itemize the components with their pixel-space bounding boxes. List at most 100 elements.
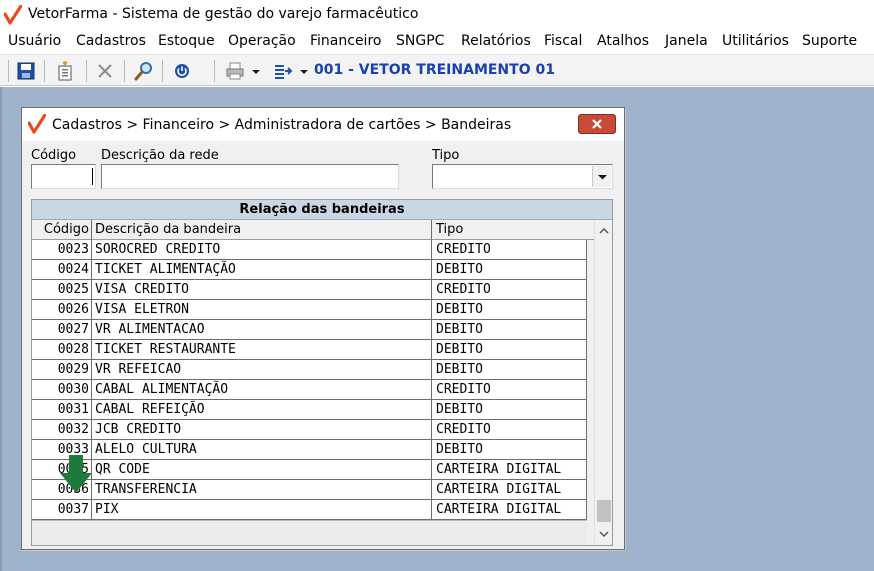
table-row[interactable]: 0036 TRANSFERENCIA CARTEIRA DIGITAL — [32, 480, 586, 500]
text-cursor — [92, 168, 93, 185]
menu-relatorios[interactable]: Relatórios — [461, 33, 531, 49]
cell-descricao: VISA ELETRON — [92, 300, 432, 320]
cell-descricao: SOROCRED CREDITO — [92, 240, 432, 260]
column-header-codigo[interactable]: Código — [32, 220, 92, 240]
close-button[interactable] — [578, 114, 616, 134]
chevron-down-icon[interactable] — [250, 60, 262, 82]
table-row[interactable]: 0031 CABAL REFEIÇÃO DEBITO — [32, 400, 586, 420]
table-row[interactable]: 0026 VISA ELETRON DEBITO — [32, 300, 586, 320]
cell-tipo: CARTEIRA DIGITAL — [436, 502, 562, 517]
descricao-rede-input[interactable] — [101, 164, 399, 189]
menu-sngpc[interactable]: SNGPC — [396, 33, 444, 49]
tipo-select-button[interactable] — [592, 166, 611, 187]
menu-usuario[interactable]: Usuário — [8, 33, 61, 49]
menu-suporte[interactable]: Suporte — [802, 33, 857, 49]
toolbar-separator — [124, 60, 125, 82]
export-icon[interactable] — [272, 60, 294, 82]
dialog-body: Código Descrição da rede Tipo Relação da… — [22, 141, 624, 549]
table-row[interactable]: 0035 QR CODE CARTEIRA DIGITAL — [32, 460, 586, 480]
toolbar: 001 - VETOR TREINAMENTO 01 — [0, 54, 874, 86]
cell-tipo: DEBITO — [436, 302, 483, 317]
scroll-down-icon[interactable] — [595, 525, 613, 543]
cell-tipo: DEBITO — [436, 442, 483, 457]
menu-operacao[interactable]: Operação — [228, 33, 296, 49]
cell-codigo: 0028 — [32, 340, 92, 360]
cell-codigo: 0026 — [32, 300, 92, 320]
power-icon[interactable] — [171, 60, 193, 82]
close-icon — [592, 119, 602, 129]
cell-tipo: CREDITO — [436, 242, 491, 257]
table-row[interactable]: 0024 TICKET ALIMENTAÇÃO DEBITO — [32, 260, 586, 280]
column-header-tipo[interactable]: Tipo — [432, 220, 586, 240]
dialog-title-bar[interactable]: Cadastros > Financeiro > Administradora … — [22, 108, 624, 141]
print-icon[interactable] — [224, 60, 246, 82]
bandeiras-grid: Relação das bandeiras Código Descrição d… — [31, 199, 613, 546]
table-row[interactable]: 0032 JCB CREDITO CREDITO — [32, 420, 586, 440]
codigo-label: Código — [31, 148, 77, 163]
bandeiras-dialog: Cadastros > Financeiro > Administradora … — [21, 107, 625, 550]
column-header-descricao[interactable]: Descrição da bandeira — [92, 220, 432, 240]
menu-utilitarios[interactable]: Utilitários — [722, 33, 789, 49]
vertical-scrollbar[interactable] — [594, 220, 612, 545]
arrow-down-icon — [60, 455, 92, 493]
new-document-icon[interactable] — [54, 60, 76, 82]
cell-descricao: JCB CREDITO — [92, 420, 432, 440]
cell-descricao: VISA CREDITO — [92, 280, 432, 300]
scroll-up-icon[interactable] — [595, 222, 613, 240]
toolbar-separator — [44, 60, 45, 82]
cell-tipo: DEBITO — [436, 262, 483, 277]
cell-codigo: 0030 — [32, 380, 92, 400]
table-row[interactable]: 0025 VISA CREDITO CREDITO — [32, 280, 586, 300]
menu-fiscal[interactable]: Fiscal — [544, 33, 582, 49]
environment-label[interactable]: 001 - VETOR TREINAMENTO 01 — [314, 62, 555, 78]
dialog-title: Cadastros > Financeiro > Administradora … — [52, 117, 512, 133]
grid-body: 0023 SOROCRED CREDITO CREDITO 0024 TICKE… — [32, 240, 587, 520]
search-icon[interactable] — [133, 60, 155, 82]
cell-descricao: PIX — [92, 500, 432, 520]
cell-descricao: VR REFEICAO — [92, 360, 432, 380]
codigo-input[interactable] — [31, 164, 96, 189]
menu-atalhos[interactable]: Atalhos — [597, 33, 649, 49]
table-row[interactable]: 0027 VR ALIMENTACAO DEBITO — [32, 320, 586, 340]
scrollbar-thumb[interactable] — [597, 500, 611, 522]
app-title-bar: VetorFarma - Sistema de gestão do varejo… — [0, 0, 874, 30]
cell-codigo: 0029 — [32, 360, 92, 380]
toolbar-separator — [86, 60, 87, 82]
menu-cadastros[interactable]: Cadastros — [76, 33, 146, 49]
cell-tipo: CARTEIRA DIGITAL — [436, 482, 562, 497]
cell-tipo: DEBITO — [436, 402, 483, 417]
chevron-down-icon[interactable] — [298, 60, 310, 82]
menu-financeiro[interactable]: Financeiro — [310, 33, 381, 49]
table-row[interactable]: 0029 VR REFEICAO DEBITO — [32, 360, 586, 380]
cell-descricao: CABAL REFEIÇÃO — [92, 400, 432, 420]
table-row[interactable]: 0028 TICKET RESTAURANTE DEBITO — [32, 340, 586, 360]
cell-tipo: DEBITO — [436, 322, 483, 337]
cell-codigo: 0032 — [32, 420, 92, 440]
tipo-select[interactable] — [432, 164, 613, 189]
menu-estoque[interactable]: Estoque — [158, 33, 215, 49]
save-icon[interactable] — [15, 60, 37, 82]
grid-caption: Relação das bandeiras — [32, 200, 612, 220]
table-row[interactable]: 0033 ALELO CULTURA DEBITO — [32, 440, 586, 460]
toolbar-separator — [8, 60, 9, 82]
toolbar-separator — [214, 60, 215, 82]
cell-tipo: CREDITO — [436, 382, 491, 397]
cell-codigo: 0025 — [32, 280, 92, 300]
grid-footer — [32, 520, 587, 545]
cell-tipo: CREDITO — [436, 422, 491, 437]
cell-codigo: 0031 — [32, 400, 92, 420]
table-row[interactable]: 0030 CABAL ALIMENTAÇÃO CREDITO — [32, 380, 586, 400]
table-row[interactable]: 0037 PIX CARTEIRA DIGITAL — [32, 500, 586, 520]
cell-tipo: CREDITO — [436, 282, 491, 297]
menu-janela[interactable]: Janela — [665, 33, 708, 49]
cell-codigo: 0027 — [32, 320, 92, 340]
cancel-icon[interactable] — [94, 60, 116, 82]
cell-tipo: DEBITO — [436, 342, 483, 357]
cell-descricao: CABAL ALIMENTAÇÃO — [92, 380, 432, 400]
cell-descricao: TICKET ALIMENTAÇÃO — [92, 260, 432, 280]
table-row[interactable]: 0023 SOROCRED CREDITO CREDITO — [32, 240, 586, 260]
cell-tipo: DEBITO — [436, 362, 483, 377]
cell-codigo: 0023 — [32, 240, 92, 260]
app-title: VetorFarma - Sistema de gestão do varejo… — [28, 6, 419, 22]
vetorfarma-logo-icon — [4, 5, 22, 25]
